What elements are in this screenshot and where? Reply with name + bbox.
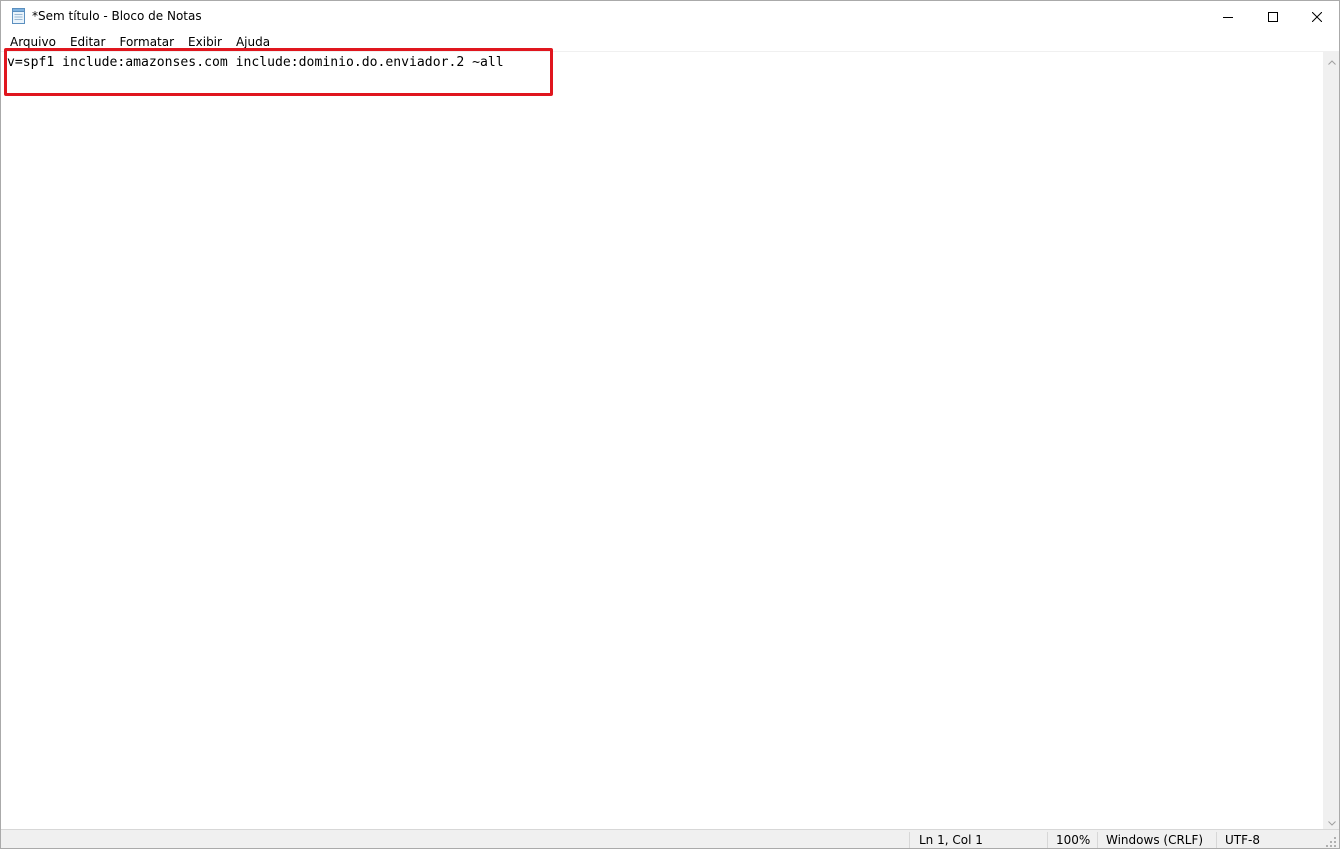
scroll-down-button[interactable]	[1323, 811, 1339, 830]
resize-grip-icon[interactable]	[1325, 836, 1337, 848]
window-title: *Sem título - Bloco de Notas	[32, 9, 202, 23]
chevron-down-icon	[1327, 811, 1336, 830]
line-ending: Windows (CRLF)	[1106, 833, 1204, 847]
cursor-position: Ln 1, Col 1	[919, 833, 983, 847]
title-bar[interactable]: *Sem título - Bloco de Notas	[1, 1, 1339, 31]
close-button[interactable]	[1294, 1, 1339, 31]
minimize-button[interactable]	[1205, 1, 1251, 31]
status-bar: Ln 1, Col 1 100% Windows (CRLF) UTF-8	[1, 829, 1339, 848]
minimize-icon	[1223, 7, 1233, 26]
maximize-icon	[1268, 7, 1278, 26]
scroll-up-button[interactable]	[1323, 50, 1339, 69]
status-divider	[909, 832, 910, 848]
maximize-button[interactable]	[1250, 1, 1296, 31]
close-icon	[1311, 7, 1323, 26]
notepad-icon	[11, 8, 26, 24]
text-editor[interactable]: v=spf1 include:amazonses.com include:dom…	[1, 48, 1323, 829]
zoom-level: 100%	[1056, 833, 1091, 847]
chevron-up-icon	[1327, 50, 1336, 69]
highlight-box	[4, 48, 553, 96]
vertical-scrollbar[interactable]	[1323, 50, 1339, 830]
encoding: UTF-8	[1225, 833, 1260, 847]
notepad-window: *Sem título - Bloco de Notas Arquivo Edi…	[0, 0, 1340, 849]
